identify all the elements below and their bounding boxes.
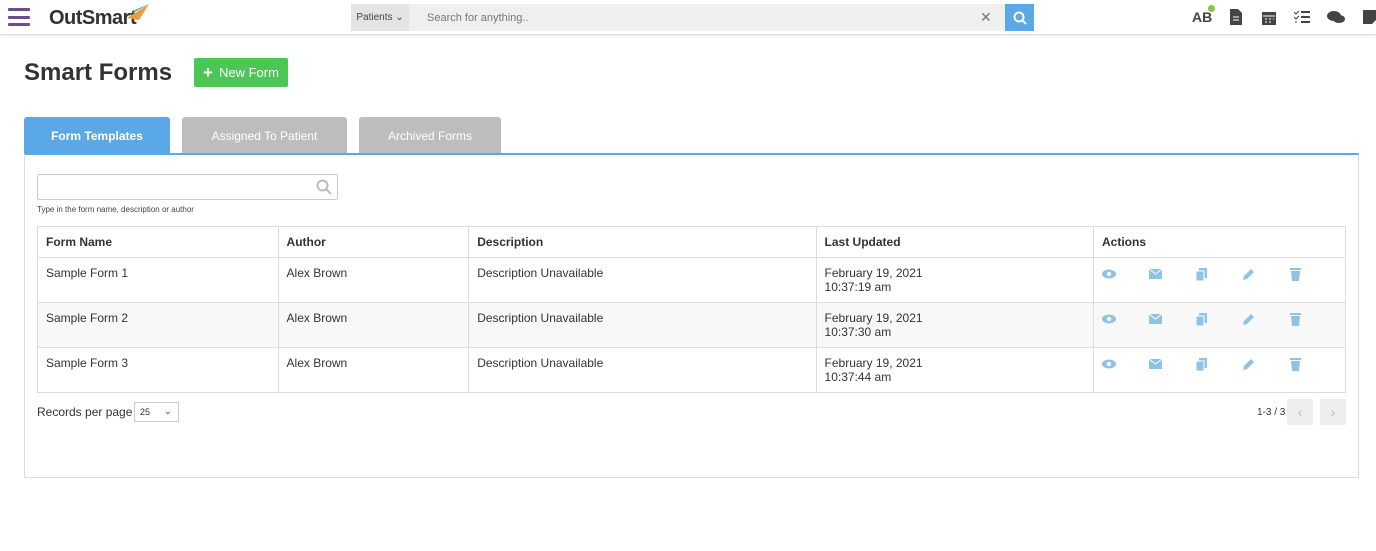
email-icon[interactable]	[1148, 266, 1196, 284]
note-icon[interactable]	[1361, 8, 1376, 26]
edit-icon[interactable]	[1243, 266, 1290, 284]
checklist-icon[interactable]	[1293, 8, 1311, 26]
table-row[interactable]: Sample Form 2 Alex Brown Description Una…	[37, 302, 1346, 348]
page-title: Smart Forms	[24, 59, 173, 86]
calendar-icon[interactable]	[1260, 8, 1278, 26]
search-scope-select[interactable]: Patients ⌄	[351, 4, 409, 31]
time: 10:37:19 am	[824, 280, 892, 294]
description: Description Unavailable	[468, 302, 817, 348]
form-name[interactable]: Sample Form 1	[37, 257, 279, 303]
top-bar: OutSmart Patients ⌄ ✕ AB	[0, 0, 1376, 35]
time: 10:37:30 am	[824, 325, 892, 339]
form-name[interactable]: Sample Form 2	[37, 302, 279, 348]
column-header-actions: Actions	[1093, 226, 1346, 258]
forms-table: Form Name Author Description Last Update…	[37, 226, 1346, 393]
time: 10:37:44 am	[824, 370, 892, 384]
last-updated: February 19, 2021 10:37:44 am	[815, 347, 1095, 393]
view-icon[interactable]	[1102, 266, 1149, 284]
actions	[1093, 257, 1346, 303]
description: Description Unavailable	[468, 257, 817, 303]
view-icon[interactable]	[1102, 311, 1149, 329]
online-status-icon	[1208, 5, 1215, 12]
search-icon[interactable]	[316, 179, 332, 195]
copy-icon[interactable]	[1195, 266, 1243, 284]
view-icon[interactable]	[1102, 356, 1149, 374]
records-per-page-value: 25	[140, 407, 151, 417]
author: Alex Brown	[277, 257, 470, 303]
edit-icon[interactable]	[1243, 356, 1290, 374]
records-per-page-label: Records per page	[37, 405, 133, 419]
previous-page-button[interactable]: ‹	[1287, 399, 1313, 425]
delete-icon[interactable]	[1290, 266, 1337, 284]
chevron-down-icon: ⌄	[163, 406, 172, 417]
tab-assigned-to-patient[interactable]: Assigned To Patient	[182, 117, 347, 154]
column-header-description[interactable]: Description	[468, 226, 817, 258]
copy-icon[interactable]	[1195, 311, 1243, 329]
form-name[interactable]: Sample Form 3	[37, 347, 279, 393]
table-row[interactable]: Sample Form 3 Alex Brown Description Una…	[37, 347, 1346, 393]
last-updated: February 19, 2021 10:37:30 am	[815, 302, 1095, 348]
edit-icon[interactable]	[1243, 311, 1290, 329]
column-header-author[interactable]: Author	[277, 226, 470, 258]
form-search-input[interactable]	[37, 174, 338, 200]
new-form-button[interactable]: + New Form	[194, 58, 288, 87]
clear-search-icon[interactable]: ✕	[980, 9, 992, 26]
actions	[1093, 302, 1346, 348]
copy-icon[interactable]	[1195, 356, 1243, 374]
pagination-info: 1-3 / 3	[1257, 407, 1286, 418]
document-icon[interactable]	[1227, 8, 1245, 26]
author: Alex Brown	[277, 302, 470, 348]
form-templates-panel: Type in the form name, description or au…	[24, 153, 1359, 478]
search-scope-label: Patients	[356, 12, 393, 23]
description: Description Unavailable	[468, 347, 817, 393]
date: February 19, 2021	[824, 311, 923, 325]
email-icon[interactable]	[1148, 356, 1196, 374]
records-per-page-select[interactable]: 25 ⌄	[134, 402, 179, 422]
column-header-form-name[interactable]: Form Name	[37, 226, 279, 258]
plus-icon: +	[203, 62, 213, 82]
table-row[interactable]: Sample Form 1 Alex Brown Description Una…	[37, 257, 1346, 303]
actions	[1093, 347, 1346, 393]
global-search-input[interactable]	[409, 4, 1005, 31]
column-header-last-updated[interactable]: Last Updated	[815, 226, 1095, 258]
delete-icon[interactable]	[1290, 311, 1337, 329]
new-form-label: New Form	[218, 65, 279, 80]
last-updated: February 19, 2021 10:37:19 am	[815, 257, 1095, 303]
date: February 19, 2021	[824, 356, 923, 370]
tab-form-templates[interactable]: Form Templates	[24, 117, 170, 154]
search-icon	[1013, 11, 1027, 25]
search-button[interactable]	[1005, 4, 1034, 31]
search-hint: Type in the form name, description or au…	[37, 205, 194, 214]
logo[interactable]: OutSmart	[49, 7, 137, 30]
logo-mark-icon	[127, 4, 149, 20]
tab-archived-forms[interactable]: Archived Forms	[359, 117, 501, 154]
chat-icon[interactable]	[1327, 8, 1345, 26]
author: Alex Brown	[277, 347, 470, 393]
delete-icon[interactable]	[1290, 356, 1337, 374]
email-icon[interactable]	[1148, 311, 1196, 329]
next-page-button[interactable]: ›	[1320, 399, 1346, 425]
date: February 19, 2021	[824, 266, 923, 280]
menu-icon[interactable]	[8, 8, 30, 26]
